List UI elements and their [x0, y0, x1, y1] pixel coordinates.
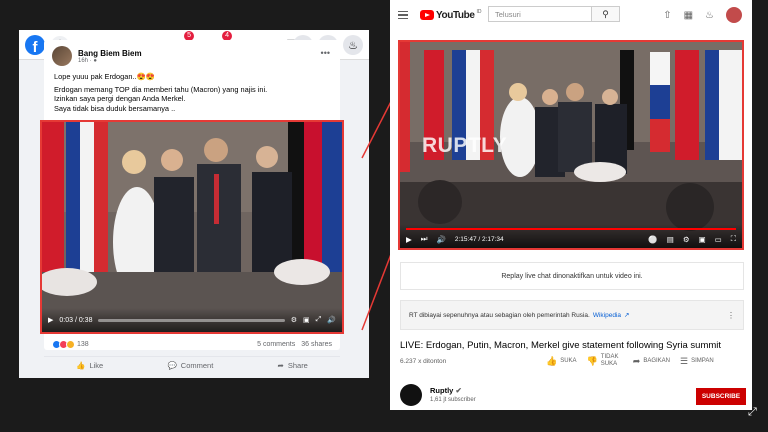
post-text: Lope yuuu pak Erdogan..😍😍 Erdogan memang…: [44, 72, 340, 113]
post-line: Lope yuuu pak Erdogan..😍😍: [54, 72, 155, 81]
subtitles-icon[interactable]: ▤: [667, 235, 674, 244]
globe-icon: ●: [93, 57, 97, 64]
fullscreen-icon[interactable]: ⤢: [316, 316, 322, 324]
like-button[interactable]: 👍 SUKA: [546, 356, 577, 367]
subscribe-button[interactable]: SUBSCRIBE: [696, 388, 746, 405]
comments-count[interactable]: 5 comments: [257, 341, 295, 348]
country-code: ID: [476, 9, 482, 15]
like-button[interactable]: 👍 Like: [76, 361, 103, 370]
hamburger-menu-icon[interactable]: [398, 10, 408, 20]
view-count: 6.237 x ditonton: [400, 358, 447, 365]
youtube-play-logo-icon: [420, 10, 434, 20]
search-input[interactable]: Telusuri: [488, 6, 592, 22]
subscriber-count: 1,61 jt subscriber: [430, 397, 476, 403]
volume-icon[interactable]: 🔊: [327, 316, 336, 324]
thumbs-down-icon: 👎: [586, 355, 598, 366]
ruptly-watermark: RUPTLY: [422, 134, 508, 157]
thumbs-up-icon: 👍: [546, 355, 558, 366]
post-author-block: Bang Biem Biem 16h · ●: [78, 49, 142, 64]
more-options-icon[interactable]: ⋮: [727, 311, 735, 320]
share-button[interactable]: ➦ Share: [278, 361, 308, 370]
youtube-video-controls: ▶ ⏭ 🔊 2:15:47 / 2:17:34 ⚪ ▤ ⚙ ▣ ▭ ⛶: [400, 224, 742, 248]
notifications-icon[interactable]: ♨: [705, 10, 714, 21]
seek-bar[interactable]: [406, 228, 736, 230]
upload-icon[interactable]: ⇧: [663, 10, 671, 21]
expand-icon[interactable]: ⤢: [748, 406, 757, 419]
search-button[interactable]: ⚲: [592, 6, 620, 22]
live-chat-replay-notice: Replay live chat dinonaktifkan untuk vid…: [400, 262, 744, 290]
autoplay-toggle-icon[interactable]: ⚪: [648, 235, 657, 244]
share-icon: ➦: [632, 355, 641, 366]
avatar[interactable]: [52, 46, 72, 66]
next-icon[interactable]: ⏭: [421, 234, 428, 244]
post-line: Erdogan memang TOP dia memberi tahu (Mac…: [54, 84, 268, 113]
channel-avatar[interactable]: [400, 384, 422, 406]
miniplayer-icon[interactable]: ▣: [699, 235, 706, 244]
youtube-logo-text: YouTube: [436, 9, 475, 21]
reaction-icons[interactable]: [52, 340, 75, 349]
youtube-top-bar: YouTube ID Telusuri ⚲ ⇧ ▦ ♨: [390, 0, 752, 30]
avatar[interactable]: [726, 7, 742, 23]
share-icon: ➦: [277, 361, 284, 370]
theater-mode-icon[interactable]: ▭: [715, 235, 722, 244]
verified-icon: ✔: [455, 386, 462, 395]
facebook-logo[interactable]: f: [25, 34, 45, 55]
post-time: 16h · ●: [78, 57, 97, 64]
comment-button[interactable]: 💬 Comment: [167, 361, 213, 370]
post-actions: 👍 Like 💬 Comment ➦ Share: [44, 356, 340, 370]
volume-icon[interactable]: 🔊: [437, 235, 446, 244]
comparison-stage: f ⚲ ⌂ ▶5 ▦4 ◉ ☰ + ✉ ♨ Bang Biem Biem 16h…: [0, 0, 768, 432]
settings-icon[interactable]: ⚙: [291, 316, 297, 324]
apps-grid-icon[interactable]: ▦: [684, 10, 693, 21]
youtube-control-row: ▶ ⏭ 🔊 2:15:47 / 2:17:34 ⚪ ▤ ⚙ ▣ ▭ ⛶: [406, 233, 736, 245]
channel-name[interactable]: Ruptly ✔: [430, 386, 462, 395]
reactions-count[interactable]: 138: [77, 341, 89, 348]
thumbs-up-icon: 👍: [76, 361, 86, 370]
settings-icon[interactable]: ⚙: [683, 235, 690, 244]
play-icon[interactable]: ▶: [48, 316, 53, 324]
facebook-video-controls: ▶ 0:03 / 0:38 ⚙ ▣ ⤢ 🔊: [42, 308, 342, 332]
notifications-icon[interactable]: ♨: [343, 35, 363, 55]
youtube-video-player[interactable]: RUPTLY ▶ ⏭ 🔊 2:15:47 / 2:17:34 ⚪ ▤ ⚙ ▣ ▭…: [398, 40, 744, 250]
seek-bar[interactable]: [98, 318, 285, 322]
external-link-icon[interactable]: ↗: [624, 311, 629, 319]
youtube-video-time: 2:15:47 / 2:17:34: [454, 235, 504, 243]
youtube-screenshot: YouTube ID Telusuri ⚲ ⇧ ▦ ♨ RUPTLY ▶ ⏭ 🔊…: [390, 0, 752, 410]
comment-icon: 💬: [167, 361, 177, 370]
share-button[interactable]: ➦ BAGIKAN: [633, 356, 670, 367]
funding-notice: RT dibiayai sepenuhnya atau sebagian ole…: [409, 311, 590, 319]
post-stats: 138 5 comments 36 shares: [44, 340, 340, 349]
funding-info-panel: RT dibiayai sepenuhnya atau sebagian ole…: [400, 300, 744, 330]
facebook-video-player[interactable]: ▶ 0:03 / 0:38 ⚙ ▣ ⤢ 🔊: [40, 120, 344, 334]
video-frame-image: [42, 122, 342, 332]
wikipedia-link[interactable]: Wikipedia: [593, 312, 621, 319]
facebook-video-time: 0:03 / 0:38: [59, 316, 93, 324]
post-header: Bang Biem Biem 16h · ● •••: [44, 40, 340, 72]
post-author[interactable]: Bang Biem Biem: [78, 49, 142, 58]
fullscreen-icon[interactable]: ⛶: [731, 234, 736, 244]
play-icon[interactable]: ▶: [406, 235, 412, 244]
video-title: LIVE: Erdogan, Putin, Macron, Merkel giv…: [400, 340, 722, 351]
youtube-top-right: ⇧ ▦ ♨: [663, 7, 742, 23]
haha-reaction-icon: [66, 340, 75, 349]
video-actions: 👍 SUKA 👎 TIDAK SUKA ➦ BAGIKAN ☰ SIMPAN: [546, 354, 714, 368]
add-to-playlist-icon: ☰: [680, 355, 689, 366]
dislike-button[interactable]: 👎 TIDAK SUKA: [587, 354, 623, 368]
search-icon: ⚲: [602, 8, 609, 19]
more-options-icon[interactable]: •••: [321, 48, 330, 58]
miniplayer-icon[interactable]: ▣: [303, 316, 310, 324]
youtube-logo[interactable]: YouTube ID: [420, 9, 482, 21]
shares-count[interactable]: 36 shares: [301, 341, 332, 348]
save-button[interactable]: ☰ SIMPAN: [680, 356, 714, 367]
